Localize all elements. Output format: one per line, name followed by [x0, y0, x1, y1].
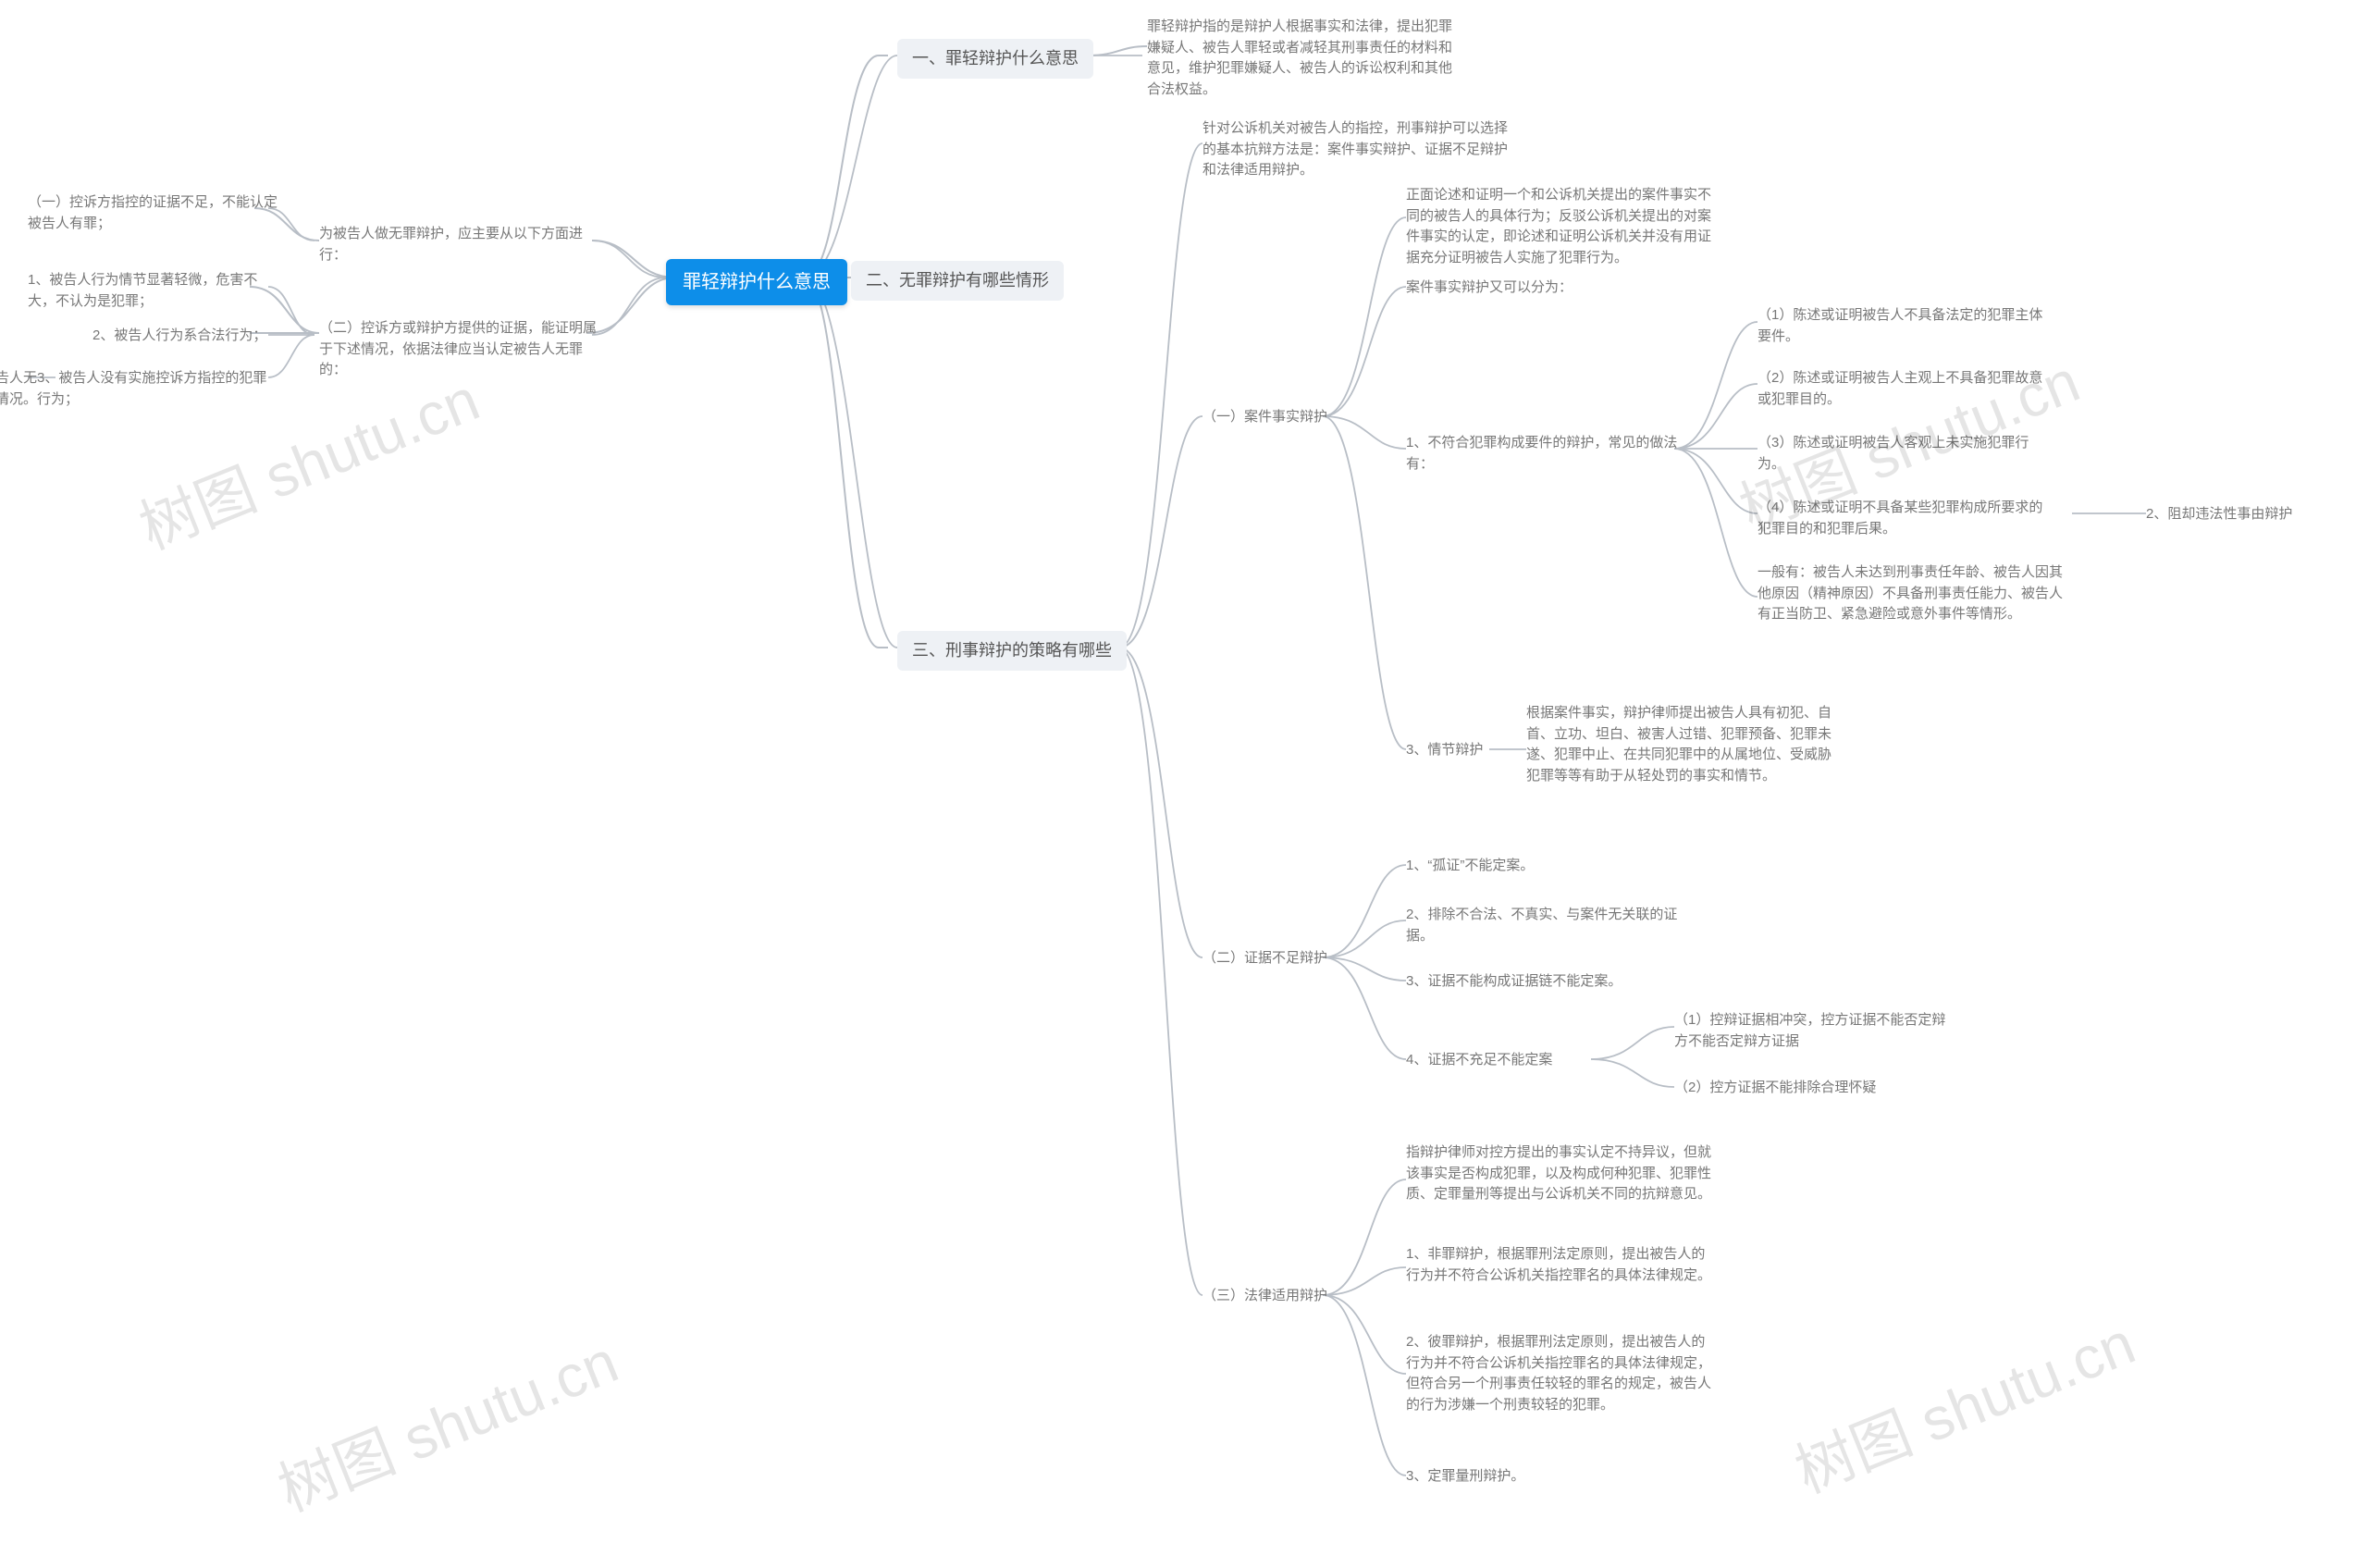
b3-f3-i2: 2、彼罪辩护，根据罪刑法定原则，提出被告人的行为并不符合公诉机关指控罪名的具体法…: [1406, 1332, 1711, 1415]
b3-f1-s2: 2、阻却违法性事由辩护: [2146, 504, 2292, 525]
b3-f1-s1-label: 1、不符合犯罪构成要件的辩护，常见的做法有：: [1406, 433, 1684, 475]
b3-f3-i1: 1、非罪辩护，根据罪刑法定原则，提出被告人的行为并不符合公诉机关指控罪名的具体法…: [1406, 1244, 1711, 1286]
b3-f1-s1-d: （4）陈述或证明不具备某些犯罪构成所要求的犯罪目的和犯罪后果。: [1758, 498, 2054, 539]
b3-f1-s1-b: （2）陈述或证明被告人主观上不具备犯罪故意或犯罪目的。: [1758, 368, 2054, 410]
watermark-text: 树图 shutu.cn: [265, 1315, 629, 1528]
branch-3-label: 三、刑事辩护的策略有哪些: [912, 641, 1112, 660]
b3-f2-i1: 1、“孤证”不能定案。: [1406, 856, 1534, 877]
b3-f2-i4-b: （2）控方证据不能排除合理怀疑: [1674, 1078, 1876, 1099]
b3-f1-label: （一）案件事实辩护: [1202, 407, 1327, 428]
b3-f2-i4-a: （1）控辩证据相冲突，控方证据不能否定辩方不能否定辩方证据: [1674, 1010, 1952, 1052]
b2-a-i2-label: （二）控诉方或辩护方提供的证据，能证明属于下述情况，依据法律应当认定被告人无罪的…: [319, 318, 597, 381]
b2-a-i2-s1: 1、被告人行为情节显著轻微，危害不大，不认为是犯罪；: [28, 270, 278, 312]
branch-1-label: 一、罪轻辩护什么意思: [912, 49, 1079, 68]
b3-f3-desc: 指辩护律师对控方提出的事实认定不持异议，但就该事实是否构成犯罪，以及构成何种犯罪…: [1406, 1142, 1711, 1205]
mindmap-root[interactable]: 罪轻辩护什么意思: [666, 259, 847, 305]
branch-1-desc: 罪轻辩护指的是辩护人根据事实和法律，提出犯罪嫌疑人、被告人罪轻或者减轻其刑事责任…: [1147, 17, 1462, 100]
b3-f1-s3-label: 3、情节辩护: [1406, 740, 1483, 761]
b3-intro: 针对公诉机关对被告人的指控，刑事辩护可以选择的基本抗辩方法是：案件事实辩护、证据…: [1202, 118, 1517, 181]
b3-f1-desc: 正面论述和证明一个和公诉机关提出的案件事实不同的被告人的具体行为；反驳公诉机关提…: [1406, 185, 1711, 268]
branch-2-label: 二、无罪辩护有哪些情形: [866, 271, 1049, 290]
b3-f1-sublabel: 案件事实辩护又可以分为：: [1406, 278, 1572, 299]
b2-a-label: 为被告人做无罪辩护，应主要从以下方面进行：: [319, 224, 597, 265]
b2-a-i2-s3: 3、被告人没有实施控诉方指控的犯罪行为；: [37, 368, 278, 410]
b3-f3-label: （三）法律适用辩护: [1202, 1286, 1327, 1307]
b3-f1-s1-a: （1）陈述或证明被告人不具备法定的犯罪主体要件。: [1758, 305, 2054, 347]
b3-f2-label: （二）证据不足辩护: [1202, 948, 1327, 969]
b3-f2-i3: 3、证据不能构成证据链不能定案。: [1406, 971, 1622, 993]
b2-a-i2-s2: 2、被告人行为系合法行为；: [92, 326, 266, 347]
b3-f2-i4-label: 4、证据不充足不能定案: [1406, 1050, 1552, 1071]
watermark-text: 树图 shutu.cn: [1782, 1296, 2146, 1510]
b3-f3-i3: 3、定罪量刑辩护。: [1406, 1466, 1524, 1488]
b2-a-i1: （一）控诉方指控的证据不足，不能认定被告人有罪；: [28, 192, 278, 234]
b3-f1-s1-more: 一般有：被告人未达到刑事责任年龄、被告人因其他原因（精神原因）不具备刑事责任能力…: [1758, 562, 2072, 625]
branch-1[interactable]: 一、罪轻辩护什么意思: [897, 39, 1093, 79]
b3-f1-s3-desc: 根据案件事实，辩护律师提出被告人具有初犯、自首、立功、坦白、被害人过错、犯罪预备…: [1526, 703, 1832, 786]
branch-3[interactable]: 三、刑事辩护的策略有哪些: [897, 631, 1127, 671]
b2-a-i3: （三）其它依法认定被告人无罪的情况。: [0, 368, 37, 410]
b3-f1-s1-c: （3）陈述或证明被告人客观上未实施犯罪行为。: [1758, 433, 2054, 475]
branch-2[interactable]: 二、无罪辩护有哪些情形: [851, 261, 1064, 301]
root-label: 罪轻辩护什么意思: [683, 272, 831, 292]
b3-f2-i2: 2、排除不合法、不真实、与案件无关联的证据。: [1406, 905, 1684, 946]
